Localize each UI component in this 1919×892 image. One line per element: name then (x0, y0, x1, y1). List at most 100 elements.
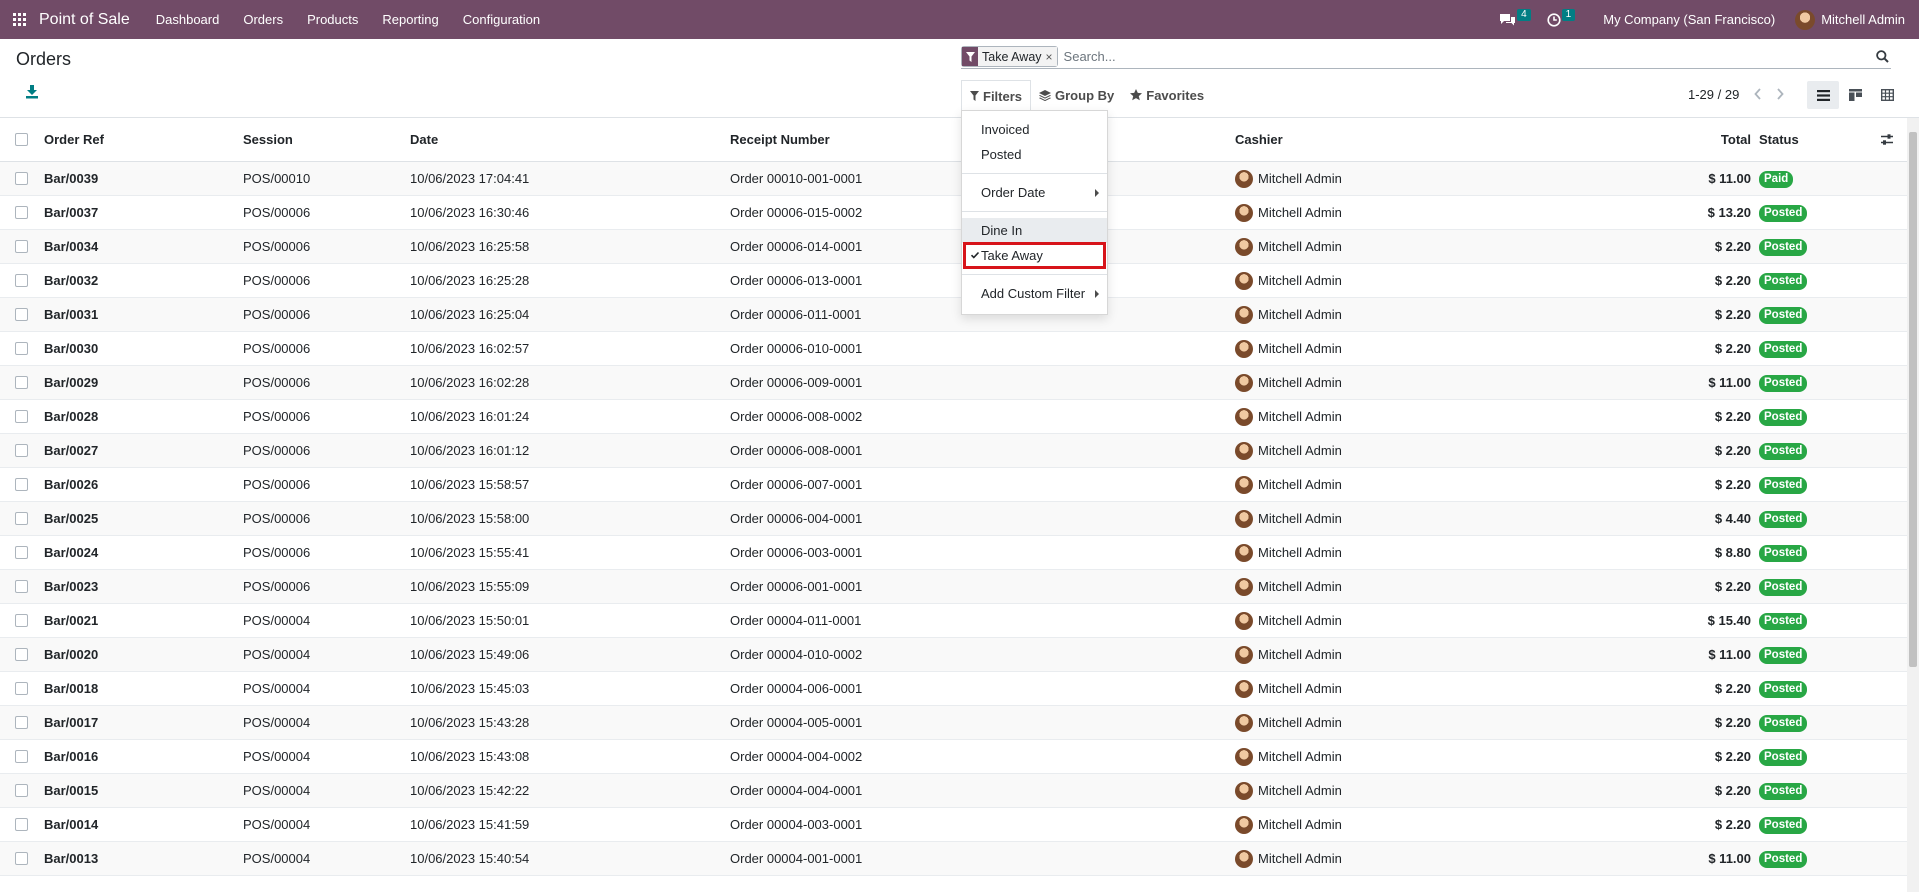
table-row[interactable]: Bar/0039 POS/00010 10/06/2023 17:04:41 Orde… (0, 162, 1907, 196)
cashier-avatar (1235, 815, 1253, 834)
table-row[interactable]: Bar/0020 POS/00004 10/06/2023 15:49:06 Orde… (0, 638, 1907, 672)
table-row[interactable]: Bar/0023 POS/00006 10/06/2023 15:55:09 Orde… (0, 570, 1907, 604)
pager-next-icon[interactable] (1771, 85, 1789, 103)
table-row[interactable]: Bar/0021 POS/00004 10/06/2023 15:50:01 Orde… (0, 604, 1907, 638)
table-row[interactable]: Bar/0015 POS/00004 10/06/2023 15:42:22 Orde… (0, 774, 1907, 808)
filter-option-take-away[interactable]: Take Away (963, 242, 1106, 269)
filter-option-posted[interactable]: Posted (962, 142, 1107, 167)
optional-columns-toggle[interactable] (1881, 134, 1907, 145)
table-row[interactable]: Bar/0031 POS/00006 10/06/2023 16:25:04 Orde… (0, 298, 1907, 332)
groupby-toggle-button[interactable]: Group By (1031, 81, 1122, 109)
filter-option-invoiced[interactable]: Invoiced (962, 117, 1107, 142)
table-row[interactable]: Bar/0014 POS/00004 10/06/2023 15:41:59 Orde… (0, 808, 1907, 842)
cell-session: POS/00006 (243, 273, 311, 288)
cashier-name: Mitchell Admin (1258, 715, 1342, 730)
row-checkbox[interactable] (15, 580, 28, 593)
table-row[interactable]: Bar/0025 POS/00006 10/06/2023 15:58:00 Orde… (0, 502, 1907, 536)
row-checkbox[interactable] (15, 648, 28, 661)
select-all-checkbox[interactable] (15, 133, 28, 146)
filters-toggle-button[interactable]: Filters (961, 80, 1032, 112)
row-checkbox[interactable] (15, 444, 28, 457)
cashier-name: Mitchell Admin (1258, 545, 1342, 560)
kanban-view-button[interactable] (1839, 81, 1871, 109)
table-row[interactable]: Bar/0016 POS/00004 10/06/2023 15:43:08 Orde… (0, 740, 1907, 774)
column-header-date[interactable]: Date (410, 132, 730, 147)
column-header-session[interactable]: Session (243, 132, 410, 147)
column-header-total[interactable]: Total (1635, 132, 1751, 147)
pager-previous-icon[interactable] (1749, 85, 1767, 103)
app-brand[interactable]: Point of Sale (39, 11, 130, 29)
table-row[interactable]: Bar/0017 POS/00004 10/06/2023 15:43:28 Orde… (0, 706, 1907, 740)
row-checkbox[interactable] (15, 512, 28, 525)
row-checkbox[interactable] (15, 274, 28, 287)
table-row[interactable]: Bar/0027 POS/00006 10/06/2023 16:01:12 Orde… (0, 434, 1907, 468)
row-checkbox[interactable] (15, 240, 28, 253)
row-checkbox-cell (0, 172, 44, 185)
column-header-order-ref[interactable]: Order Ref (44, 132, 243, 147)
company-switcher[interactable]: My Company (San Francisco) (1603, 12, 1775, 27)
row-checkbox[interactable] (15, 206, 28, 219)
row-checkbox[interactable] (15, 750, 28, 763)
row-checkbox[interactable] (15, 410, 28, 423)
row-checkbox[interactable] (15, 342, 28, 355)
cashier-name: Mitchell Admin (1258, 341, 1342, 356)
cell-total: $ 2.20 (1714, 681, 1751, 696)
row-checkbox[interactable] (15, 682, 28, 695)
table-row[interactable]: Bar/0034 POS/00006 10/06/2023 16:25:58 Orde… (0, 230, 1907, 264)
nav-item-configuration[interactable]: Configuration (451, 0, 552, 39)
search-input[interactable] (1063, 46, 1873, 67)
table-row[interactable]: Bar/0029 POS/00006 10/06/2023 16:02:28 Orde… (0, 366, 1907, 400)
vertical-scrollbar[interactable] (1907, 118, 1919, 892)
row-checkbox[interactable] (15, 784, 28, 797)
cell-status: Posted (1751, 272, 1881, 290)
row-checkbox[interactable] (15, 716, 28, 729)
cashier-avatar (1235, 747, 1253, 766)
table-row[interactable]: Bar/0013 POS/00004 10/06/2023 15:40:54 Orde… (0, 842, 1907, 876)
cell-order-ref: Bar/0029 (44, 375, 99, 390)
table-row[interactable]: Bar/0018 POS/00004 10/06/2023 15:45:03 Orde… (0, 672, 1907, 706)
cell-receipt-number: Order 00006-010-0001 (730, 341, 863, 356)
cell-cashier: Mitchell Admin (1235, 407, 1635, 426)
cashier-name: Mitchell Admin (1258, 375, 1342, 390)
row-checkbox[interactable] (15, 308, 28, 321)
user-menu[interactable]: Mitchell Admin (1795, 9, 1905, 30)
nav-item-orders[interactable]: Orders (231, 0, 295, 39)
cell-status: Posted (1751, 238, 1881, 256)
cashier-avatar (1235, 679, 1253, 698)
row-checkbox[interactable] (15, 546, 28, 559)
dropdown-divider (962, 274, 1107, 275)
row-checkbox[interactable] (15, 614, 28, 627)
row-checkbox[interactable] (15, 376, 28, 389)
row-checkbox[interactable] (15, 478, 28, 491)
search-icon[interactable] (1873, 48, 1891, 66)
row-checkbox[interactable] (15, 852, 28, 865)
column-header-cashier[interactable]: Cashier (1235, 132, 1635, 147)
table-row[interactable]: Bar/0030 POS/00006 10/06/2023 16:02:57 Orde… (0, 332, 1907, 366)
facet-remove-icon[interactable]: × (1045, 47, 1057, 66)
add-custom-filter[interactable]: Add Custom Filter (962, 281, 1107, 306)
messages-button[interactable]: 4 (1499, 8, 1531, 27)
page-title[interactable]: Orders (16, 49, 71, 70)
list-view-button[interactable] (1807, 81, 1839, 109)
scrollbar-thumb[interactable] (1909, 132, 1917, 667)
activities-button[interactable]: 1 (1547, 8, 1576, 27)
table-row[interactable]: Bar/0024 POS/00006 10/06/2023 15:55:41 Orde… (0, 536, 1907, 570)
favorites-toggle-button[interactable]: Favorites (1122, 81, 1212, 109)
filter-option-dine-in[interactable]: Dine In (962, 218, 1107, 243)
table-row[interactable]: Bar/0032 POS/00006 10/06/2023 16:25:28 Orde… (0, 264, 1907, 298)
nav-item-products[interactable]: Products (295, 0, 370, 39)
filter-option-order-date[interactable]: Order Date (962, 180, 1107, 205)
pivot-view-button[interactable] (1871, 81, 1903, 109)
table-row[interactable]: Bar/0026 POS/00006 10/06/2023 15:58:57 Orde… (0, 468, 1907, 502)
download-button[interactable] (26, 85, 38, 99)
nav-item-reporting[interactable]: Reporting (370, 0, 450, 39)
column-header-status[interactable]: Status (1751, 132, 1881, 147)
table-row[interactable]: Bar/0028 POS/00006 10/06/2023 16:01:24 Orde… (0, 400, 1907, 434)
apps-menu-icon[interactable] (1, 0, 37, 39)
table-row[interactable]: Bar/0037 POS/00006 10/06/2023 16:30:46 Orde… (0, 196, 1907, 230)
pager-value[interactable]: 1-29 / 29 (1688, 87, 1739, 102)
row-checkbox[interactable] (15, 172, 28, 185)
cell-session: POS/00004 (243, 817, 311, 832)
row-checkbox[interactable] (15, 818, 28, 831)
nav-item-dashboard[interactable]: Dashboard (144, 0, 232, 39)
